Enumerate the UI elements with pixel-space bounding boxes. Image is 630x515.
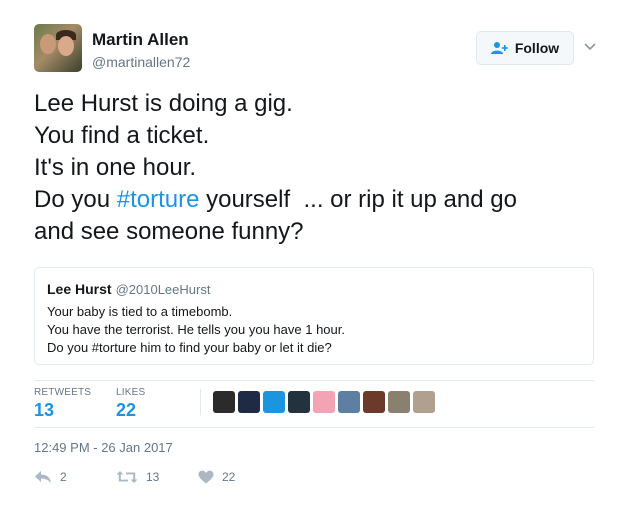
tweet-line: It's in one hour. (34, 154, 197, 181)
quoted-tweet-header: Lee Hurst @2010LeeHurst (47, 281, 581, 299)
tweet-actions: 2 13 22 (34, 470, 334, 490)
author-name[interactable]: Martin Allen (92, 30, 189, 50)
quoted-author-handle: @2010LeeHurst (115, 282, 211, 297)
tweet-line: Do you #torture yourself ... or rip it u… (34, 184, 604, 216)
avatar-dark[interactable] (213, 391, 235, 413)
avatar-bald-man[interactable] (413, 391, 435, 413)
retweets-count: 13 (34, 400, 55, 420)
reply-button[interactable]: 2 (34, 470, 67, 484)
retweets-stat[interactable]: RETWEETS 13 (34, 387, 91, 421)
author-avatar[interactable] (34, 24, 82, 72)
avatar-blue-dark[interactable] (238, 391, 260, 413)
avatar-blue-grey[interactable] (338, 391, 360, 413)
likers-avatars (200, 389, 435, 415)
retweet-count: 13 (146, 470, 160, 484)
likes-stat[interactable]: LIKES 22 (116, 387, 145, 421)
avatar-brown[interactable] (363, 391, 385, 413)
quoted-author-name: Lee Hurst (47, 281, 112, 297)
avatar-blue-line[interactable] (263, 391, 285, 413)
quoted-tweet-line: Do you #torture him to find your baby or… (47, 340, 332, 355)
tweet-text: Lee Hurst is doing a gig. You find a tick… (34, 88, 604, 248)
tweet-line: Lee Hurst is doing a gig. (34, 90, 293, 117)
add-user-icon (490, 42, 508, 54)
avatar-face-left (40, 34, 56, 54)
follow-button[interactable]: Follow (476, 31, 574, 65)
chevron-down-icon[interactable] (582, 38, 598, 54)
tweet-line: and see someone funny? (34, 218, 304, 245)
tweet-header: Martin Allen @martinallen72 Follow (34, 24, 604, 74)
retweet-button[interactable]: 13 (116, 470, 159, 484)
hashtag-link[interactable]: #torture (117, 186, 200, 213)
heart-icon (198, 470, 214, 484)
follow-button-label: Follow (514, 40, 560, 56)
avatar-face-right (58, 36, 74, 56)
reply-icon (35, 471, 51, 483)
likes-count: 22 (116, 400, 137, 420)
quoted-tweet[interactable]: Lee Hurst @2010LeeHurst Your baby is tied… (34, 267, 594, 365)
avatar-khaki[interactable] (388, 391, 410, 413)
quoted-tweet-line: Your baby is tied to a timebomb. (47, 304, 233, 319)
author-handle[interactable]: @martinallen72 (92, 54, 190, 70)
avatar-pink-face[interactable] (313, 391, 335, 413)
tweet-stats: RETWEETS 13 LIKES 22 (34, 380, 594, 428)
tweet-line: You find a ticket. (34, 122, 210, 149)
quoted-tweet-line: You have the terrorist. He tells you you… (47, 322, 345, 337)
avatar-dark-teal[interactable] (288, 391, 310, 413)
likes-label: LIKES (116, 387, 146, 398)
retweets-label: RETWEETS (34, 387, 92, 398)
reply-count: 2 (60, 470, 67, 484)
tweet-timestamp[interactable]: 12:49 PM - 26 Jan 2017 (34, 440, 173, 455)
like-button[interactable]: 22 (198, 470, 235, 484)
tweet-text-segment: yourself ... or rip it up and go (199, 186, 517, 213)
tweet-text-segment: Do you (34, 186, 117, 213)
like-count: 22 (222, 470, 236, 484)
retweet-icon (116, 471, 138, 483)
